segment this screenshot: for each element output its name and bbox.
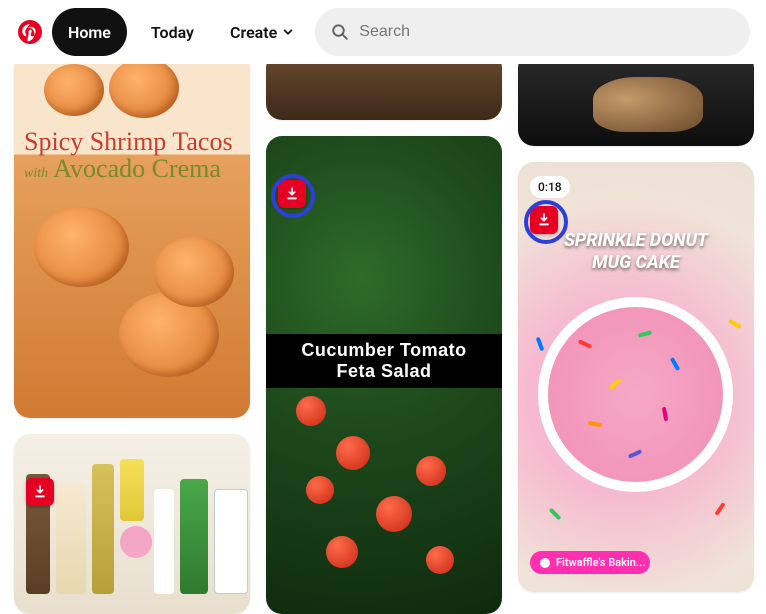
download-icon [32,484,48,500]
sprinkle-glyph [536,337,545,352]
pinterest-logo[interactable] [16,18,44,46]
nav-today[interactable]: Today [135,8,210,56]
pin-card-lighter[interactable] [518,52,754,146]
download-icon [284,186,300,202]
food-glyph [416,456,446,486]
product-glyph [214,489,248,594]
download-badge[interactable] [530,206,558,234]
overlay-with: with [24,166,48,181]
overlay-line: SPRINKLE DONUT [546,230,726,252]
search-bar[interactable] [315,8,750,56]
food-glyph [376,496,412,532]
pin-card-salad[interactable]: Cucumber Tomato Feta Salad [266,136,502,614]
pin-card-shelf[interactable] [14,434,250,614]
user-label: Fitwaffle's Bakin... [556,556,645,569]
top-nav: Home Today Create [0,0,766,64]
search-input[interactable] [359,23,734,41]
download-badge[interactable] [26,478,54,506]
mug-glyph [538,297,733,492]
video-duration-badge: 0:18 [530,176,570,198]
pin-overlay-title: Spicy Shrimp Tacos with Avocado Crema [24,128,233,183]
product-glyph [56,484,86,594]
overlay-line: Spicy Shrimp Tacos [24,127,233,156]
pinterest-icon [18,20,42,44]
food-glyph [306,476,334,504]
download-badge[interactable] [278,180,306,208]
nav-create[interactable]: Create [218,8,307,56]
chevron-down-icon [281,25,295,39]
food-glyph [109,58,179,118]
food-glyph [154,237,234,307]
nav-home[interactable]: Home [52,8,127,56]
overlay-line: Avocado Crema [53,154,221,183]
product-glyph [180,479,208,594]
search-icon [331,23,349,41]
pin-card-tacos[interactable]: Spicy Shrimp Tacos with Avocado Crema [14,52,250,418]
product-glyph [120,459,144,521]
user-attribution-pill[interactable]: Fitwaffle's Bakin... [530,551,650,574]
product-glyph [154,489,174,594]
product-glyph [120,526,152,558]
food-glyph [326,536,358,568]
overlay-line: Cucumber Tomato [270,340,498,361]
food-glyph [296,396,326,426]
food-glyph [426,546,454,574]
sprinkle-glyph [714,502,725,516]
pin-overlay-title: Cucumber Tomato Feta Salad [266,334,502,388]
food-glyph [44,64,104,116]
pin-overlay-title: SPRINKLE DONUT MUG CAKE [546,230,726,273]
hand-glyph [593,77,703,132]
download-icon [536,212,552,228]
food-glyph [336,436,370,470]
food-glyph [34,207,129,287]
sprinkle-glyph [728,319,742,329]
sprinkle-glyph [549,508,562,521]
overlay-line: MUG CAKE [546,252,726,274]
nav-create-label: Create [230,23,277,42]
product-glyph [92,464,114,594]
pin-card-donut[interactable]: 0:18 SPRINKLE DONUT MUG CAKE Fitwaffle's… [518,162,754,592]
pin-feed: Spicy Shrimp Tacos with Avocado Crema Cu… [0,64,766,592]
user-dot [540,558,550,568]
overlay-line: Feta Salad [270,361,498,382]
